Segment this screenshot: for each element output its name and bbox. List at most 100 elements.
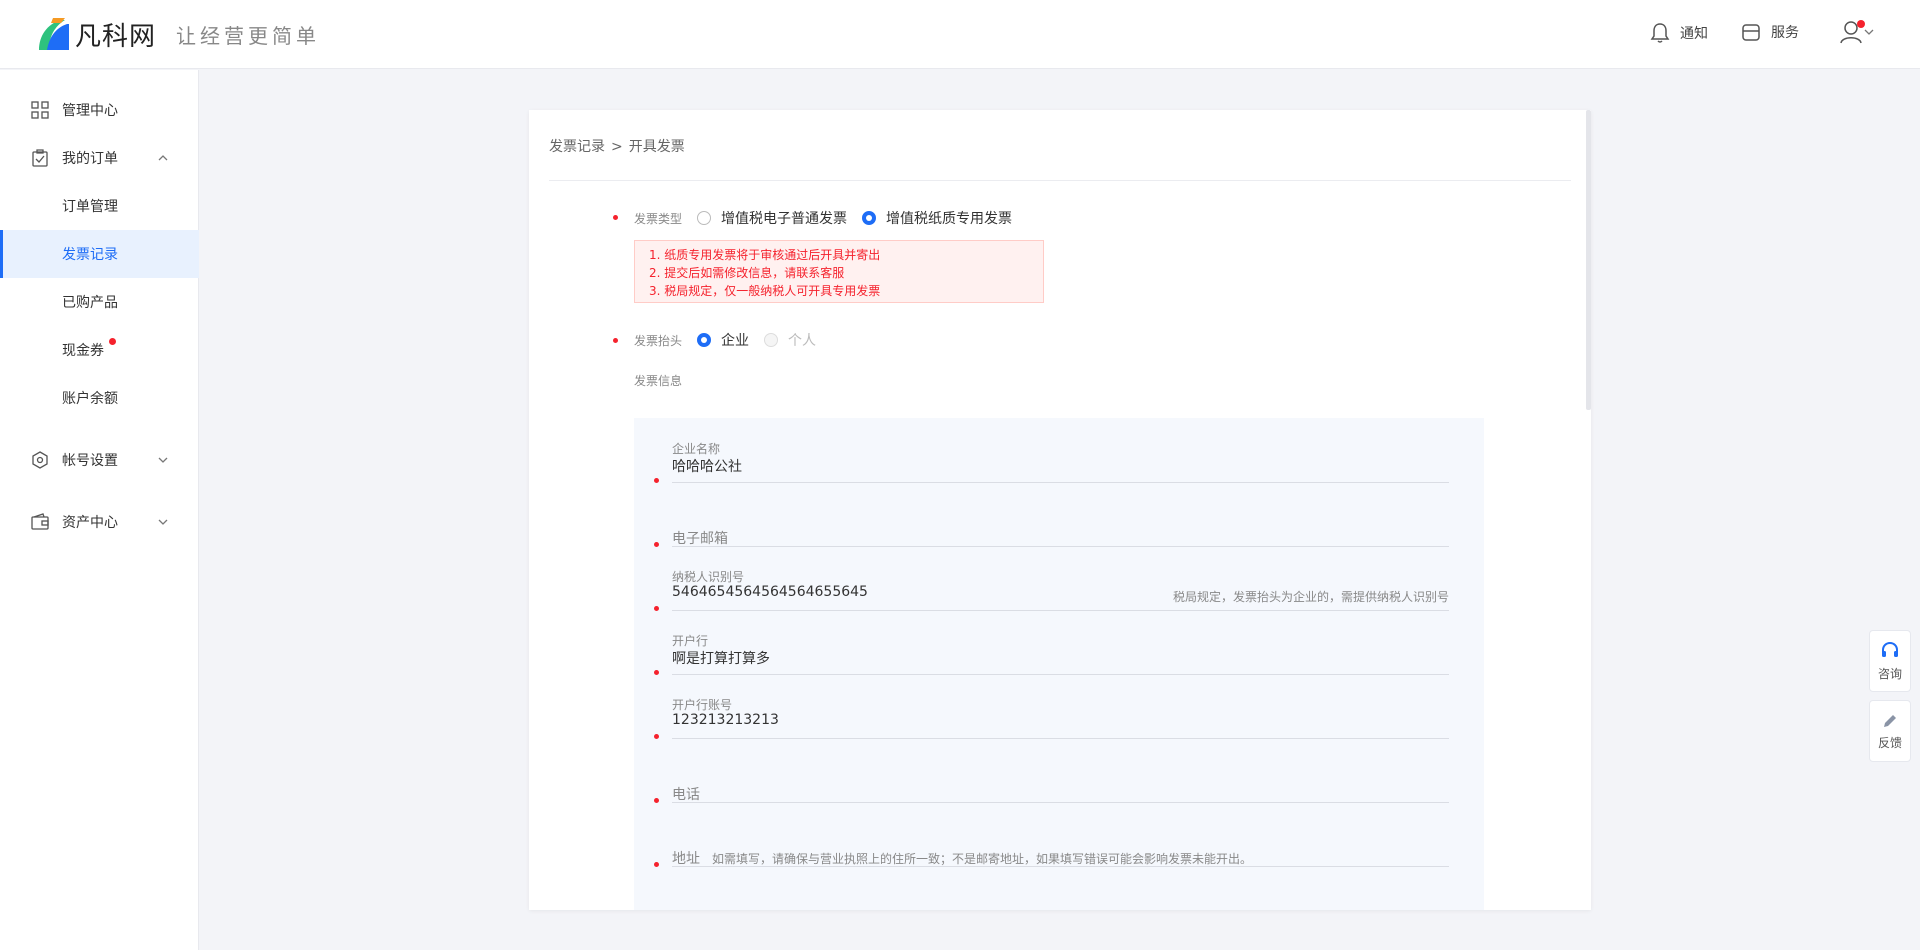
sidebar-item-coupons[interactable]: 现金券	[0, 326, 199, 374]
wallet-icon	[31, 513, 49, 530]
bank-input[interactable]: 啊是打算打算多	[672, 648, 770, 668]
sidebar-item-management[interactable]: 管理中心	[0, 86, 199, 134]
sidebar-item-label: 帐号设置	[62, 453, 118, 469]
breadcrumb-separator: >	[611, 139, 623, 155]
phone-field[interactable]: 电话	[654, 760, 1449, 824]
feedback-button[interactable]: 反馈	[1869, 700, 1911, 762]
bank-field[interactable]: 开户行 啊是打算打算多	[654, 632, 1449, 696]
company-name-field[interactable]: 企业名称 哈哈哈公社	[654, 440, 1449, 504]
required-mark	[654, 542, 659, 547]
notice-line: 2. 提交后如需修改信息，请联系客服	[649, 266, 845, 280]
pencil-icon	[1884, 714, 1896, 727]
sidebar-item-account-settings[interactable]: 帐号设置	[0, 436, 199, 484]
field-label: 开户行账号	[672, 698, 733, 712]
radio-electronic-invoice[interactable]: 增值税电子普通发票	[697, 208, 847, 228]
logo-slogan: 让经营更简单	[176, 23, 321, 48]
field-underline	[672, 866, 1449, 867]
radio-circle	[697, 211, 711, 225]
bell-icon	[1650, 23, 1670, 43]
breadcrumb-parent[interactable]: 发票记录	[549, 139, 605, 155]
user-badge	[1857, 20, 1865, 28]
tax-id-hint: 税局规定，发票抬头为企业的，需提供纳税人识别号	[1172, 590, 1449, 604]
tax-id-input[interactable]: 5464654564564564655645	[672, 584, 868, 600]
chevron-down-icon	[158, 457, 168, 463]
chevron-up-icon	[158, 155, 168, 161]
bank-account-field[interactable]: 开户行账号 123213213213	[654, 696, 1449, 760]
service-button[interactable]: 服务	[1741, 22, 1799, 42]
user-menu[interactable]	[1840, 20, 1874, 44]
sidebar-item-label: 订单管理	[62, 199, 118, 215]
invoice-form-card: 发票记录 > 开具发票 发票类型 增值税电子普通发票 增值税纸质专用发票 1. 纸质…	[529, 110, 1591, 910]
headset-icon	[1882, 641, 1898, 657]
top-header: 凡科网 让经营更简单 通知 服务	[0, 0, 1920, 69]
field-label: 企业名称	[672, 442, 721, 456]
address-hint: 如需填写，请确保与营业执照上的住所一致；不是邮寄地址，如果填写错误可能会影响发票…	[712, 852, 1253, 866]
coupon-badge	[109, 338, 116, 345]
radio-label: 企业	[721, 333, 749, 349]
required-mark	[654, 798, 659, 803]
sidebar-item-order-manage[interactable]: 订单管理	[0, 182, 199, 230]
store-icon	[1742, 24, 1760, 41]
grid-icon	[31, 101, 49, 119]
field-label: 纳税人识别号	[672, 570, 745, 584]
required-mark	[613, 338, 618, 343]
invoice-title-label: 发票抬头	[634, 334, 683, 348]
sidebar-item-label: 我的订单	[62, 151, 118, 167]
sidebar-item-invoice-records[interactable]: 发票记录	[0, 230, 199, 278]
radio-paper-special-invoice[interactable]: 增值税纸质专用发票	[862, 208, 1012, 228]
chevron-down-icon	[158, 519, 168, 525]
notice-line: 3. 税局规定，仅一般纳税人可开具专用发票	[649, 284, 881, 298]
sidebar-item-purchased-products[interactable]: 已购产品	[0, 278, 199, 326]
invoice-info-panel: 企业名称 哈哈哈公社 电子邮箱 纳税人识别号 54646545645645646…	[634, 418, 1484, 910]
bank-account-input[interactable]: 123213213213	[672, 712, 779, 728]
radio-label: 个人	[788, 333, 816, 349]
radio-label: 增值税电子普通发票	[721, 211, 847, 227]
field-underline	[672, 610, 1449, 611]
sidebar-item-label: 账户余额	[62, 391, 118, 407]
radio-circle	[764, 333, 778, 347]
notice-box: 1. 纸质专用发票将于审核通过后开具并寄出 2. 提交后如需修改信息，请联系客服…	[634, 240, 1044, 303]
sidebar: 管理中心 我的订单 订单管理 发票记录 已购产品 现金券 账户余额 帐号设置 资…	[0, 70, 199, 950]
notice-line: 1. 纸质专用发票将于审核通过后开具并寄出	[649, 248, 881, 262]
consult-button[interactable]: 咨询	[1869, 630, 1911, 692]
clipboard-check-icon	[32, 149, 48, 167]
field-underline	[672, 802, 1449, 803]
gear-hex-icon	[32, 451, 48, 469]
address-input[interactable]: 地址 如需填写，请确保与营业执照上的住所一致；不是邮寄地址，如果填写错误可能会影响…	[672, 848, 1252, 868]
breadcrumb: 发票记录 > 开具发票	[549, 136, 685, 156]
phone-input[interactable]: 电话	[672, 784, 700, 804]
email-field[interactable]: 电子邮箱	[654, 504, 1449, 568]
company-name-input[interactable]: 哈哈哈公社	[672, 456, 742, 476]
email-input[interactable]: 电子邮箱	[672, 528, 728, 548]
field-underline	[672, 482, 1449, 483]
notify-button[interactable]: 通知	[1650, 22, 1708, 44]
logo[interactable]: 凡科网 让经营更简单	[33, 14, 320, 54]
sidebar-item-label: 管理中心	[62, 103, 118, 119]
sidebar-item-label: 发票记录	[62, 247, 118, 263]
breadcrumb-current: 开具发票	[628, 139, 685, 155]
radio-title-personal[interactable]: 个人	[764, 330, 816, 350]
notify-label: 通知	[1680, 26, 1708, 42]
radio-label: 增值税纸质专用发票	[886, 211, 1012, 227]
service-label: 服务	[1771, 25, 1799, 41]
required-mark	[654, 862, 659, 867]
field-underline	[672, 674, 1449, 675]
field-underline	[672, 738, 1449, 739]
sidebar-item-my-orders[interactable]: 我的订单	[0, 134, 199, 182]
radio-circle	[697, 333, 711, 347]
tax-id-field[interactable]: 纳税人识别号 5464654564564564655645 税局规定，发票抬头为…	[654, 568, 1449, 632]
sidebar-item-asset-center[interactable]: 资产中心	[0, 498, 199, 546]
field-label: 开户行	[672, 634, 709, 648]
divider	[549, 180, 1571, 181]
address-placeholder: 地址	[672, 851, 700, 867]
field-underline	[672, 546, 1449, 547]
logo-name: 凡科网	[75, 21, 157, 52]
required-mark	[654, 478, 659, 483]
card-scrollbar[interactable]	[1586, 110, 1591, 410]
sidebar-item-label: 现金券	[62, 343, 104, 359]
address-field[interactable]: 地址 如需填写，请确保与营业执照上的住所一致；不是邮寄地址，如果填写错误可能会影响…	[654, 824, 1449, 888]
logo-mark-icon	[33, 14, 73, 54]
feedback-label: 反馈	[1877, 735, 1902, 750]
sidebar-item-balance[interactable]: 账户余额	[0, 374, 199, 422]
radio-title-company[interactable]: 企业	[697, 330, 749, 350]
